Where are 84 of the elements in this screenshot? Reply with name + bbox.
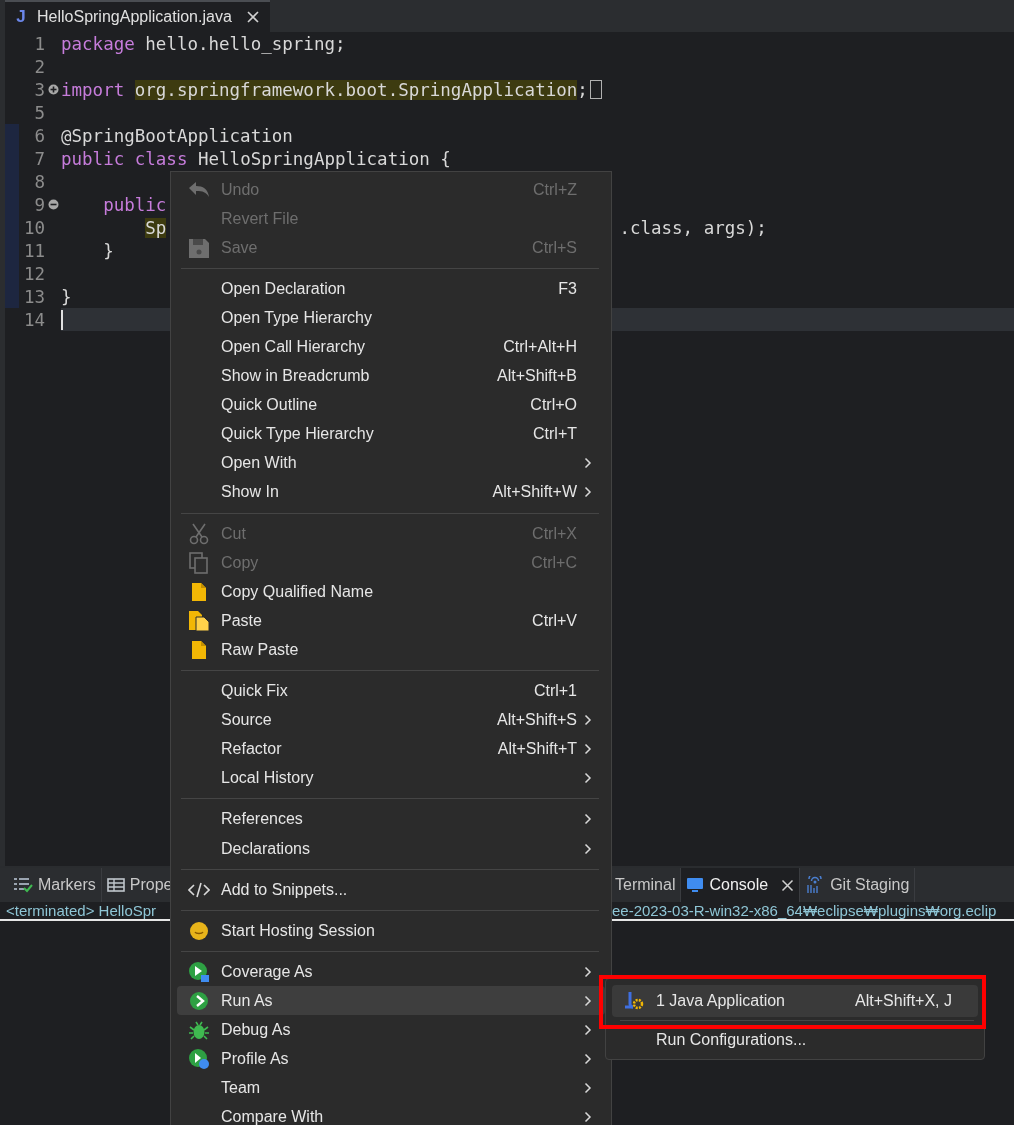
line-number: 10 <box>22 217 45 238</box>
menu-item[interactable]: Quick Outline Ctrl+O <box>177 390 605 420</box>
menu-item[interactable]: Open With <box>177 448 605 478</box>
line-number: 7 <box>33 148 45 169</box>
code-text: .class, args); <box>619 217 767 238</box>
menu-item[interactable]: 1 Java Application Alt+Shift+X, J <box>612 985 978 1017</box>
line-number: 14 <box>22 309 45 330</box>
java-file-icon: J <box>13 7 29 27</box>
menu-item[interactable]: Run As <box>177 986 605 1016</box>
menu-item[interactable]: Local History <box>177 763 605 793</box>
code-icon <box>188 881 210 898</box>
code-text: @SpringBootApplication <box>61 125 293 146</box>
menu-item[interactable]: Open Declaration F3 <box>177 274 605 304</box>
line-number: 9 <box>33 194 45 215</box>
menu-item[interactable]: Compare With <box>177 1102 605 1125</box>
menu-item[interactable]: Refactor Alt+Shift+T <box>177 734 605 764</box>
line-number: 3 <box>33 79 45 100</box>
coverage-icon <box>188 960 210 983</box>
code-keyword: public <box>103 194 167 215</box>
menu-item[interactable]: Open Type Hierarchy <box>177 303 605 333</box>
console-path: ee-2023-03-R-win32-x86_64₩eclipse₩plugins₩org.eclip <box>612 902 997 919</box>
tab-title: HelloSpringApplication.java <box>37 8 232 26</box>
text-cursor <box>61 310 63 330</box>
folded-code-marker[interactable] <box>589 80 602 99</box>
monitor-icon <box>686 877 705 893</box>
smiley-circle-icon <box>189 920 209 941</box>
menu-item[interactable]: Quick Type Hierarchy Ctrl+T <box>177 419 605 449</box>
menu-item[interactable]: Start Hosting Session <box>177 916 605 946</box>
menu-item[interactable]: Raw Paste <box>177 635 605 665</box>
line-number: 13 <box>22 286 45 307</box>
code-keyword: package <box>61 33 135 54</box>
menu-item[interactable]: Open Call Hierarchy Ctrl+Alt+H <box>177 332 605 362</box>
java-app-icon <box>624 991 644 1011</box>
menu-item[interactable]: Coverage As <box>177 957 605 987</box>
document-icon <box>191 581 207 602</box>
line-number: 6 <box>33 125 45 146</box>
menu-item[interactable]: Add to Snippets... <box>177 875 605 905</box>
menu-item[interactable]: References <box>177 804 605 834</box>
list-check-icon <box>13 877 33 893</box>
menu-item[interactable]: Quick Fix Ctrl+1 <box>177 676 605 706</box>
code-text: ; <box>577 79 588 100</box>
highlighted-code: org.springframework.boot.SpringApplication <box>134 79 578 100</box>
code-text: HelloSpringApplication { <box>198 148 451 169</box>
collapse-icon[interactable] <box>47 199 59 210</box>
code-text: } <box>61 286 72 307</box>
run-icon <box>189 990 209 1011</box>
paste-icon <box>188 609 210 632</box>
editor-tab[interactable]: J HelloSpringApplication.java <box>5 0 270 32</box>
line-number: 8 <box>33 171 45 192</box>
profile-icon <box>188 1048 210 1071</box>
menu-item[interactable]: Show In Alt+Shift+W <box>177 477 605 508</box>
menu-item[interactable]: Copy Qualified Name <box>177 577 605 607</box>
close-icon[interactable] <box>245 10 260 24</box>
document-icon <box>191 639 207 660</box>
menu-item[interactable]: Run Configurations... <box>612 1024 978 1056</box>
panel-tab[interactable]: Markers <box>8 868 102 902</box>
undo-icon <box>188 180 210 199</box>
menu-item[interactable]: Team <box>177 1073 605 1103</box>
close-icon[interactable] <box>781 878 795 892</box>
menu-item[interactable]: Declarations <box>177 833 605 864</box>
code-keyword: class <box>134 148 188 169</box>
scissors-icon <box>189 522 209 545</box>
menu-item[interactable]: Show in Breadcrumb Alt+Shift+B <box>177 361 605 391</box>
line-number: 12 <box>22 263 45 284</box>
menu-item[interactable]: Paste Ctrl+V <box>177 606 605 636</box>
menu-item[interactable]: Source Alt+Shift+S <box>177 705 605 735</box>
code-text: hello.hello_spring; <box>145 33 346 54</box>
line-number: 2 <box>33 56 45 77</box>
table-icon <box>106 878 125 892</box>
line-number: 11 <box>22 240 45 261</box>
expand-icon[interactable] <box>47 84 59 95</box>
console-status: <terminated> HelloSpr <box>5 902 158 919</box>
copy-icon <box>189 551 209 574</box>
line-number: 5 <box>33 102 45 123</box>
line-number: 1 <box>33 33 45 54</box>
highlighted-code: Sp <box>145 217 167 238</box>
menu-item[interactable]: Profile As <box>177 1044 605 1074</box>
code-keyword: import <box>61 79 125 100</box>
code-keyword: public <box>61 148 125 169</box>
bug-icon <box>188 1019 210 1041</box>
code-text: } <box>103 240 114 261</box>
menu-item[interactable]: Debug As <box>177 1015 605 1045</box>
panel-tab[interactable]: Console <box>681 868 801 902</box>
panel-tab[interactable]: Git Staging <box>800 868 916 902</box>
